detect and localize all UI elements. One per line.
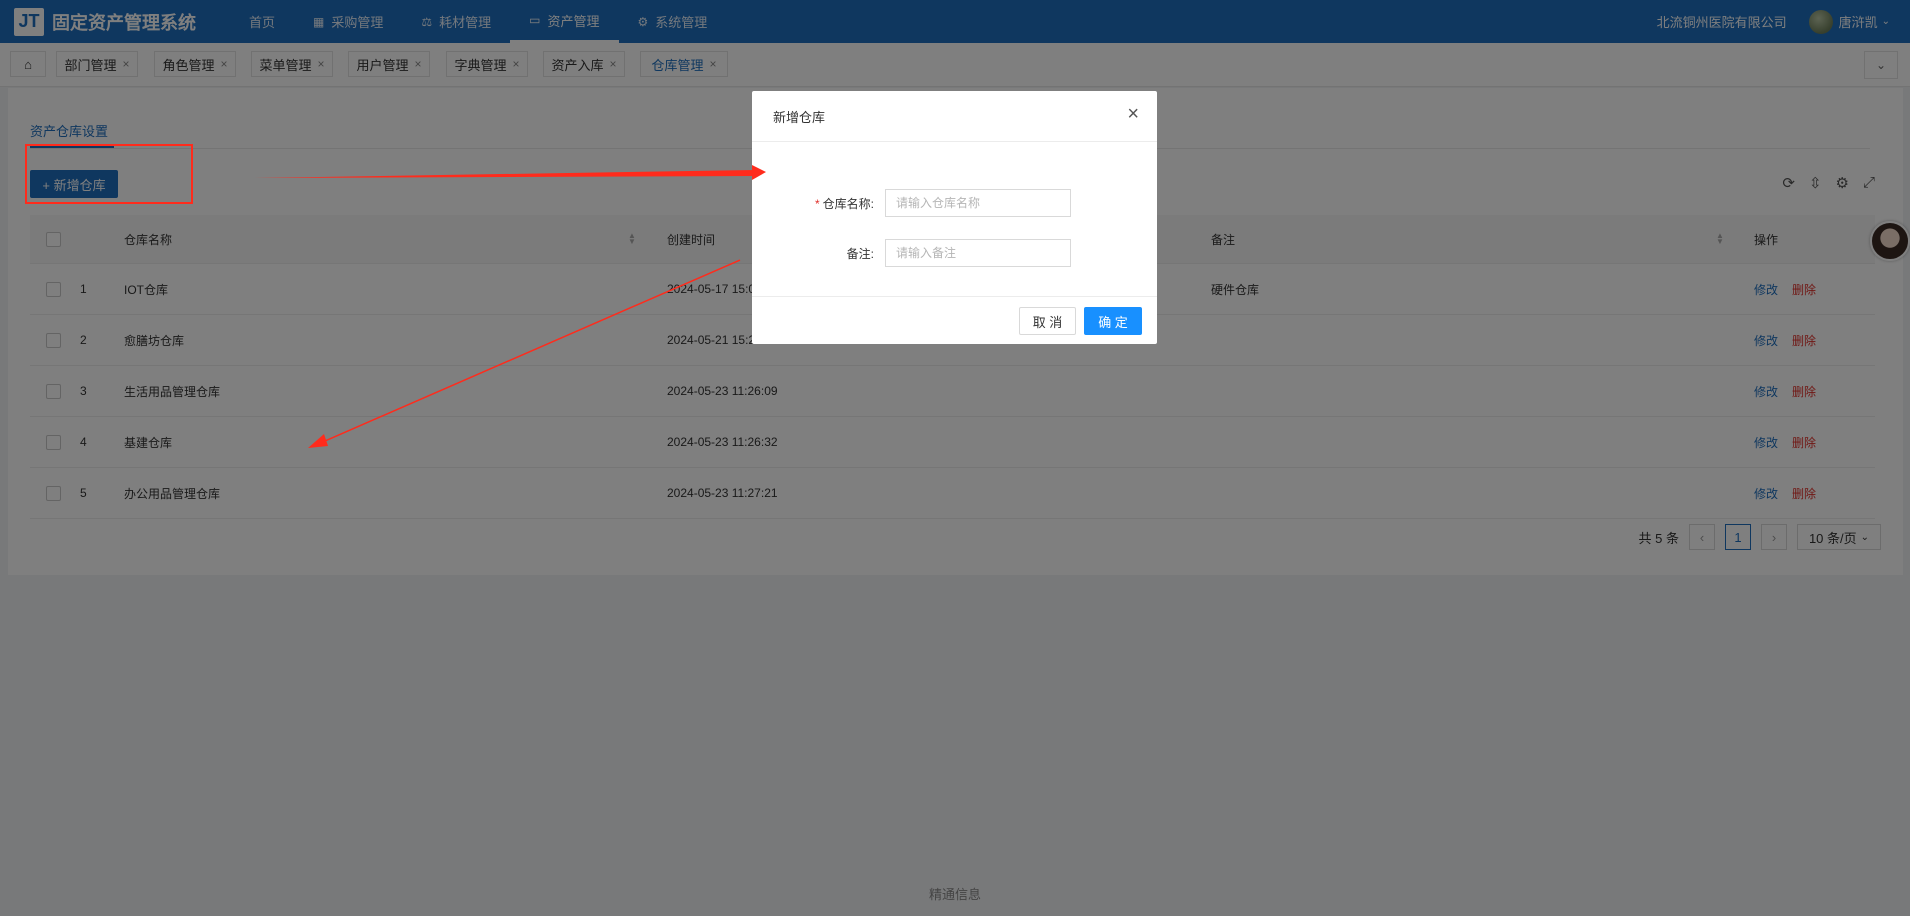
annotation-arrow-line	[317, 259, 741, 445]
annotation-arrow-shaft	[255, 170, 755, 178]
annotation-arrow-head	[752, 165, 766, 180]
annotation-arrows	[255, 165, 766, 448]
annotation-arrow-head	[308, 434, 328, 448]
